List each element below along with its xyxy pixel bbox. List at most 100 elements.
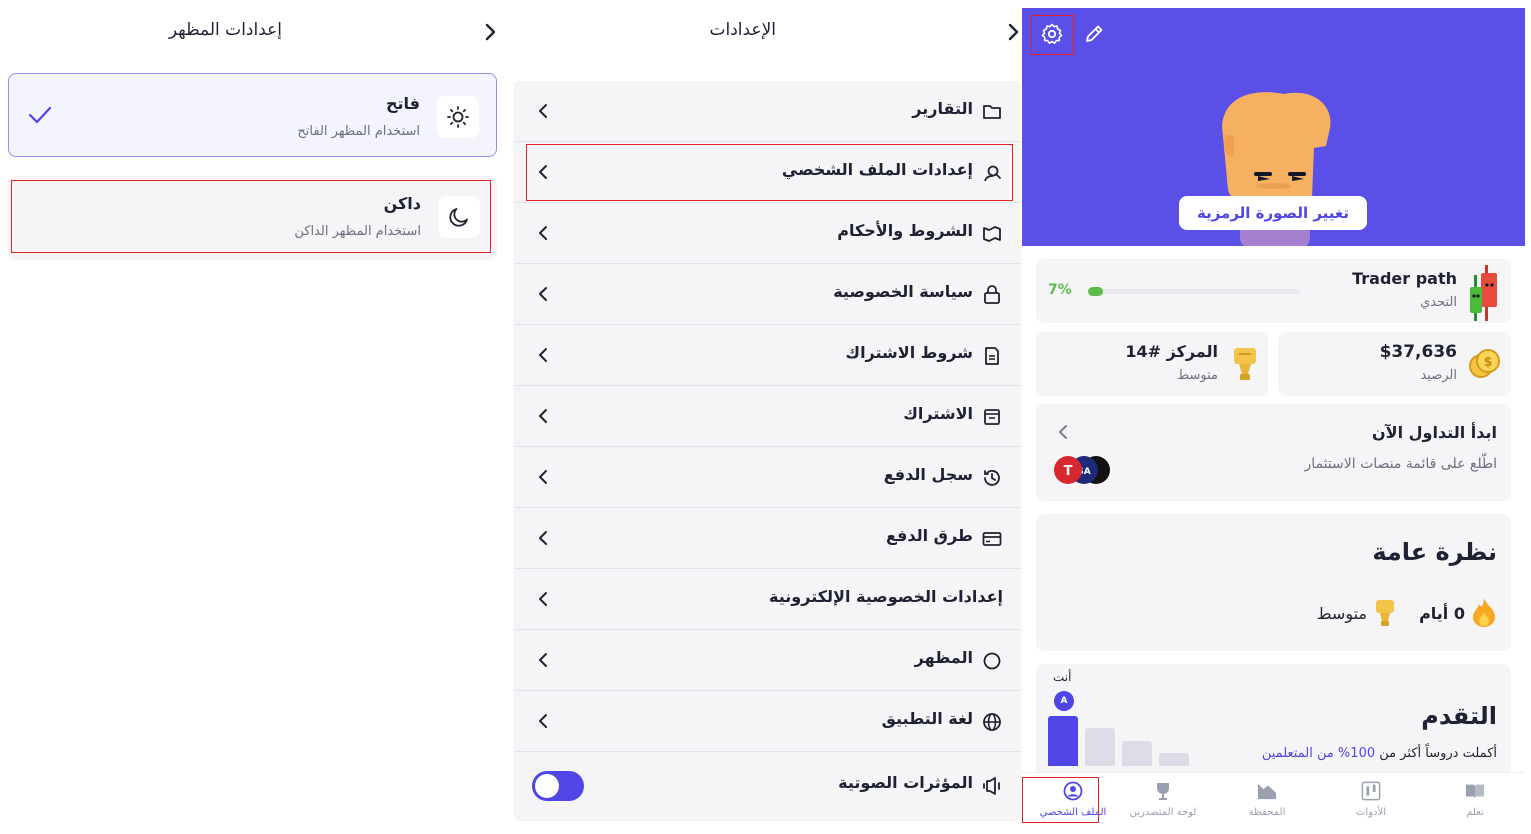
progress-subtitle: أكملت دروساً أكثر من 100% من المتعلمين bbox=[1262, 746, 1497, 761]
globe-icon bbox=[981, 711, 1003, 733]
progress-title: التقدم bbox=[1421, 702, 1497, 730]
bottom-tab-bar: الملف الشخصي لوحة المتصدرين المحفظة الأد… bbox=[1022, 772, 1525, 834]
settings-item-subscription[interactable]: الاشتراك bbox=[514, 386, 1021, 447]
settings-item-label: الشروط والأحكام bbox=[837, 221, 973, 240]
settings-item-label: سجل الدفع bbox=[883, 465, 973, 484]
settings-item-label: المظهر bbox=[914, 648, 973, 667]
progress-bar-you bbox=[1048, 716, 1078, 766]
settings-item-label: شروط الاشتراك bbox=[845, 343, 973, 362]
theme-option-light[interactable]: فاتح استخدام المظهر الفاتح bbox=[8, 73, 497, 157]
edit-profile-button[interactable] bbox=[1080, 20, 1108, 48]
checkmark-icon bbox=[28, 106, 52, 124]
flame-icon bbox=[1473, 598, 1495, 627]
overview-level: متوسط bbox=[1316, 604, 1367, 623]
tab-label: الأدوات bbox=[1356, 807, 1386, 818]
chevron-left-icon bbox=[539, 470, 547, 484]
progress-bars bbox=[1048, 714, 1208, 766]
change-avatar-button[interactable]: تغيير الصورة الرمزية bbox=[1179, 196, 1367, 230]
tab-label: الملف الشخصي bbox=[1039, 807, 1107, 818]
settings-item-payment-methods[interactable]: طرق الدفع bbox=[514, 508, 1021, 569]
tab-label: لوحة المتصدرين bbox=[1129, 807, 1197, 818]
challenge-progress-fill bbox=[1088, 287, 1103, 296]
trophy-badge-icon bbox=[1234, 348, 1256, 380]
trophy-icon bbox=[1153, 781, 1173, 801]
book-icon bbox=[1465, 781, 1485, 801]
candlestick-icon bbox=[1470, 265, 1497, 321]
map-icon bbox=[981, 223, 1003, 245]
start-trading-subtitle: اطّلع على قائمة منصات الاستثمار bbox=[1304, 456, 1497, 472]
user-avatar-badge: A bbox=[1054, 691, 1074, 711]
chevron-left-icon bbox=[539, 226, 547, 240]
portfolio-icon bbox=[1257, 781, 1277, 801]
tab-label: تعلم bbox=[1466, 807, 1484, 818]
chevron-left-icon bbox=[539, 592, 547, 606]
history-icon bbox=[981, 467, 1003, 489]
settings-item-payment-history[interactable]: سجل الدفع bbox=[514, 447, 1021, 508]
chevron-left-icon bbox=[539, 348, 547, 362]
settings-gear-button[interactable] bbox=[1038, 20, 1066, 48]
tools-icon bbox=[1361, 781, 1381, 801]
sun-icon bbox=[437, 96, 479, 138]
challenge-title: Trader path bbox=[1352, 269, 1457, 288]
settings-item-label: سياسة الخصوصية bbox=[833, 282, 973, 301]
chevron-left-icon bbox=[539, 531, 547, 545]
chevron-right-icon[interactable] bbox=[480, 20, 502, 44]
settings-item-label: إعدادات الخصوصية الإلكترونية bbox=[769, 587, 1003, 606]
page-title: إعدادات المظهر bbox=[168, 20, 282, 40]
chevron-left-icon bbox=[539, 104, 547, 118]
settings-item-app-language[interactable]: لغة التطبيق bbox=[514, 691, 1021, 752]
overview-card: نظرة عامة 0 أيام متوسط bbox=[1036, 514, 1511, 651]
svg-text:$: $ bbox=[1483, 355, 1492, 370]
tab-leaderboard[interactable]: لوحة المتصدرين bbox=[1115, 773, 1211, 825]
folder-icon bbox=[981, 101, 1003, 123]
start-trading-card[interactable]: ابدأ التداول الآن اطّلع على قائمة منصات … bbox=[1036, 404, 1511, 501]
settings-item-sound-effects: المؤثرات الصوتية bbox=[514, 755, 1021, 819]
tab-profile[interactable]: الملف الشخصي bbox=[1025, 773, 1121, 825]
settings-item-appearance[interactable]: المظهر bbox=[514, 630, 1021, 691]
chevron-left-icon bbox=[539, 165, 547, 179]
credit-card-icon bbox=[981, 528, 1003, 550]
challenge-card[interactable]: Trader path التحدي 7% bbox=[1036, 259, 1511, 323]
tab-label: المحفظة bbox=[1248, 807, 1286, 818]
user-settings-icon bbox=[981, 162, 1003, 184]
settings-item-subscription-terms[interactable]: شروط الاشتراك bbox=[514, 325, 1021, 386]
theme-option-description: استخدام المظهر الداكن bbox=[294, 224, 421, 239]
progress-subtitle-highlight: 100% من المتعلمين bbox=[1261, 746, 1376, 761]
pencil-icon bbox=[1086, 25, 1103, 42]
settings-list: التقارير إعدادات الملف الشخصي الشروط وال… bbox=[514, 81, 1021, 821]
theme-option-dark[interactable]: داكن استخدام المظهر الداكن bbox=[8, 176, 497, 260]
tab-learn[interactable]: تعلم bbox=[1427, 773, 1523, 825]
you-label: أنت bbox=[1053, 670, 1072, 684]
sound-effects-toggle[interactable] bbox=[532, 771, 584, 801]
sound-icon bbox=[981, 775, 1003, 797]
start-trading-title: ابدأ التداول الآن bbox=[1372, 423, 1497, 442]
theme-option-label: فاتح bbox=[385, 94, 420, 113]
svg-text:T: T bbox=[1064, 464, 1073, 479]
balance-card: $ $37,636 الرصيد bbox=[1278, 332, 1511, 396]
theme-option-description: استخدام المظهر الفاتح bbox=[297, 124, 420, 139]
settings-item-label: لغة التطبيق bbox=[881, 709, 973, 728]
settings-item-electronic-privacy[interactable]: إعدادات الخصوصية الإلكترونية bbox=[514, 569, 1021, 630]
settings-panel: الإعدادات التقارير إعدادات الملف الشخصي … bbox=[510, 0, 1022, 834]
rank-card: المركز #14 متوسط bbox=[1036, 332, 1268, 396]
lock-icon bbox=[981, 284, 1003, 306]
appearance-settings-panel: إعدادات المظهر فاتح استخدام المظهر الفات… bbox=[0, 0, 510, 834]
settings-item-reports[interactable]: التقارير bbox=[514, 81, 1021, 142]
settings-item-label: إعدادات الملف الشخصي bbox=[781, 160, 973, 179]
coins-icon: $ bbox=[1469, 349, 1500, 378]
theme-icon bbox=[981, 650, 1003, 672]
progress-bar bbox=[1159, 753, 1189, 766]
theme-option-label: داكن bbox=[383, 194, 421, 213]
tab-tools[interactable]: الأدوات bbox=[1323, 773, 1419, 825]
chevron-left-icon bbox=[539, 287, 547, 301]
rank-value: المركز #14 bbox=[1125, 342, 1218, 361]
chevron-left-icon bbox=[539, 653, 547, 667]
settings-item-label: طرق الدفع bbox=[885, 526, 973, 545]
settings-item-terms[interactable]: الشروط والأحكام bbox=[514, 203, 1021, 264]
tab-portfolio[interactable]: المحفظة bbox=[1219, 773, 1315, 825]
settings-item-privacy-policy[interactable]: سياسة الخصوصية bbox=[514, 264, 1021, 325]
settings-item-profile-settings[interactable]: إعدادات الملف الشخصي bbox=[514, 142, 1021, 203]
page-title: الإعدادات bbox=[709, 20, 776, 40]
document-icon bbox=[981, 345, 1003, 367]
chevron-left-icon bbox=[1059, 425, 1067, 439]
